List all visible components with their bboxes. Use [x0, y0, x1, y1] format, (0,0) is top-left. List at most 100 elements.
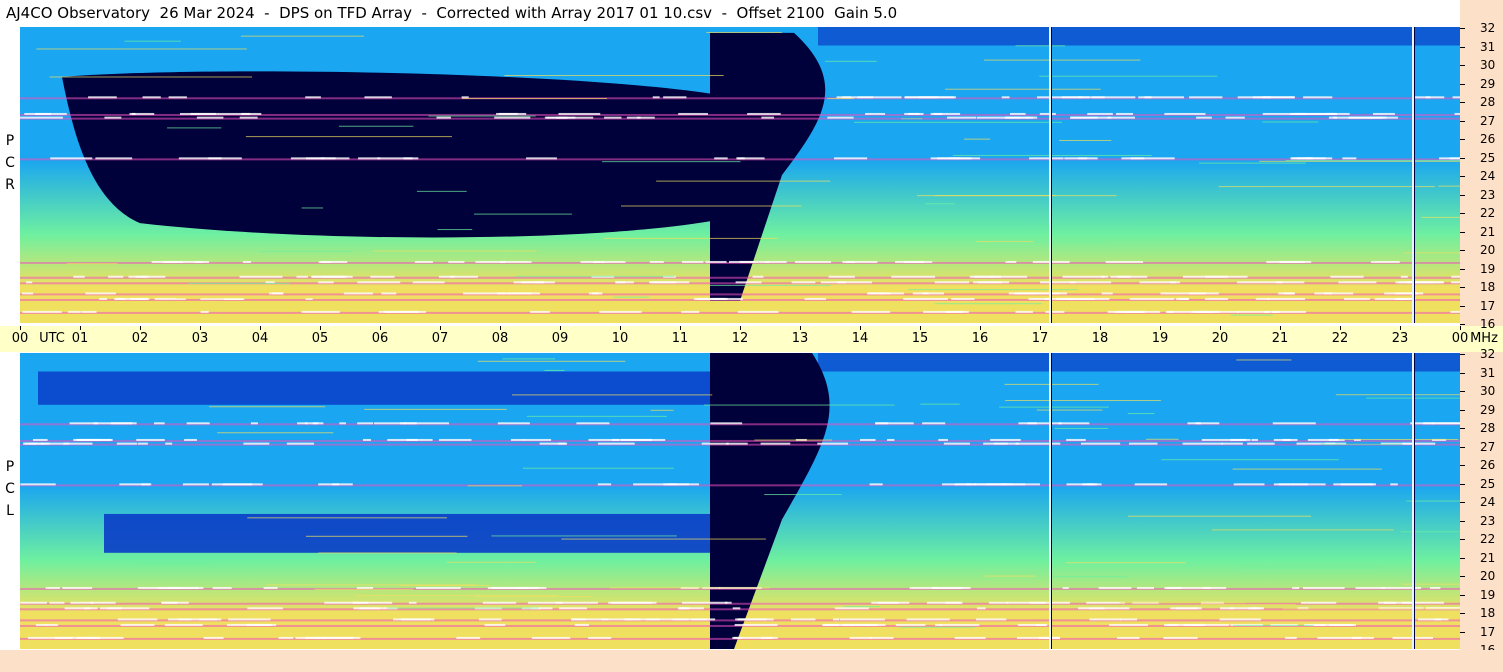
interference-speck [450, 275, 478, 278]
interference-speck [601, 260, 626, 263]
frequency-tick-mark [1460, 157, 1465, 159]
interference-speck [1169, 281, 1180, 284]
interference-speck [1064, 157, 1088, 160]
interference-speck [1338, 281, 1377, 284]
interference-speck [154, 422, 165, 425]
interference-speck [218, 112, 262, 115]
interference-streak [1119, 602, 1246, 604]
interference-speck [947, 116, 977, 119]
interference-speck [941, 483, 977, 486]
interference-streak [49, 76, 253, 78]
interference-speck [1089, 618, 1122, 621]
interference-streak [920, 403, 960, 405]
interference-speck [164, 623, 203, 626]
interference-streak [853, 121, 1062, 123]
frequency-tick-label: 31 [1480, 365, 1496, 380]
interference-speck [1439, 157, 1460, 160]
interference-speck [20, 116, 63, 119]
frequency-tick-mark [1460, 28, 1465, 29]
interference-speck [558, 112, 601, 115]
interference-speck [726, 442, 748, 445]
interference-speck [905, 96, 928, 99]
interference-speck [912, 292, 945, 295]
interference-speck [315, 636, 354, 639]
interference-speck [817, 442, 849, 445]
interference-speck [343, 292, 374, 295]
time-tick-label: 01 [71, 331, 89, 346]
interference-speck [752, 275, 764, 278]
frequency-tick-label: 18 [1480, 606, 1496, 620]
interference-speck [67, 310, 81, 313]
interference-speck [24, 112, 67, 115]
interference-speck [747, 112, 781, 115]
interference-speck [320, 157, 350, 160]
interference-speck [20, 483, 56, 486]
interference-streak [36, 48, 247, 50]
interference-speck [222, 483, 263, 486]
interference-speck [1129, 297, 1175, 300]
interference-speck [588, 438, 619, 441]
interference-speck [728, 260, 770, 263]
time-tick-mark [1460, 326, 1461, 330]
time-tick-mark [1280, 326, 1281, 330]
time-tick-label: 08 [491, 331, 509, 346]
frequency-tick-mark [1460, 409, 1465, 411]
interference-speck [296, 275, 308, 278]
interference-streak [984, 575, 1035, 577]
interference-speck [487, 586, 511, 589]
interference-speck [1163, 636, 1198, 639]
interference-speck [1040, 281, 1076, 284]
interference-speck [891, 275, 936, 278]
interference-speck [494, 116, 531, 119]
interference-speck [136, 438, 165, 441]
panel-label-letter: P [5, 133, 15, 149]
interference-speck [64, 607, 91, 610]
interference-speck [1342, 157, 1357, 160]
interference-speck [120, 623, 155, 626]
interference-speck [32, 438, 48, 441]
time-tick-label: 22 [1331, 331, 1349, 346]
interference-speck [760, 636, 778, 639]
interference-speck [839, 618, 885, 621]
time-tick-label: 06 [371, 331, 389, 346]
interference-speck [906, 618, 950, 621]
interference-speck [714, 157, 728, 160]
interference-speck [827, 116, 854, 119]
frequency-tick-mark [1460, 194, 1465, 196]
interference-speck [364, 96, 392, 99]
interference-speck [576, 422, 610, 425]
interference-speck [842, 623, 871, 626]
time-tick-label: 07 [431, 331, 449, 346]
frequency-tick-mark [1460, 520, 1465, 522]
frequency-tick-label: 28 [1480, 421, 1496, 435]
interference-streak [1145, 438, 1179, 440]
interference-speck [725, 601, 732, 604]
interference-speck [620, 438, 666, 441]
interference-streak [1335, 394, 1460, 396]
interference-speck [247, 607, 283, 610]
interference-speck [448, 260, 465, 263]
vertical-marker-line [1414, 27, 1415, 323]
interference-speck [25, 281, 33, 284]
interference-speck [990, 275, 1028, 278]
interference-speck [436, 116, 451, 119]
interference-streak [1059, 139, 1112, 141]
interference-speck [795, 260, 832, 263]
interference-streak [621, 205, 802, 207]
interference-speck [1196, 116, 1212, 119]
interference-speck [242, 260, 252, 263]
interference-speck [939, 623, 980, 626]
interference-speck [524, 438, 552, 441]
interference-speck [1344, 297, 1371, 300]
interference-streak [339, 287, 432, 289]
frequency-tick-mark [1460, 65, 1465, 66]
interference-speck [597, 483, 612, 486]
interference-streak [656, 180, 831, 182]
interference-speck [1429, 586, 1441, 589]
interference-streak [1218, 186, 1435, 188]
frequency-tick-label: 25 [1480, 476, 1496, 491]
interference-speck [988, 601, 1009, 604]
interference-speck [1037, 96, 1083, 99]
time-tick-label: 10 [611, 331, 629, 346]
interference-speck [1262, 112, 1295, 115]
